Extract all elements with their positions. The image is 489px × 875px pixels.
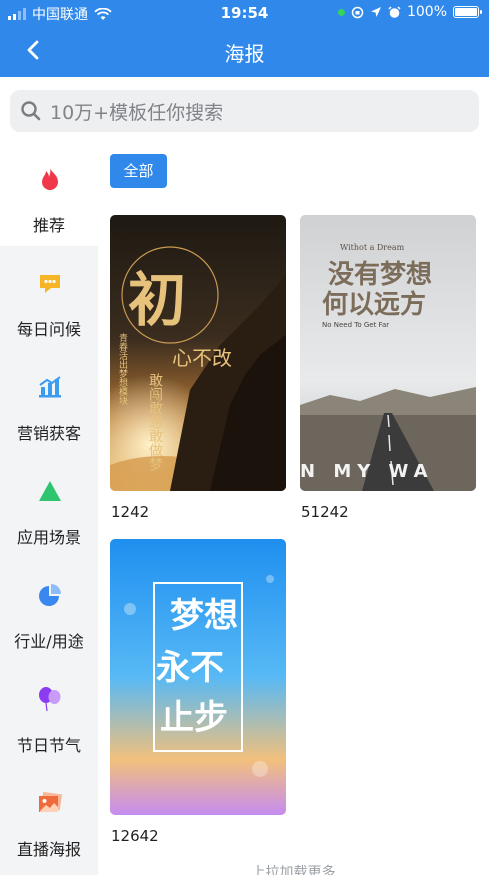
search-placeholder: 10万+模板任你搜索 [50,101,224,124]
chat-icon [40,275,60,293]
sidebar-item-marketing[interactable]: 营销获客 [0,350,98,454]
poster-title-line1: 梦想 [170,596,238,636]
sidebar-item-label: 推荐 [32,216,65,235]
poster-count: 12642 [111,827,159,845]
app-header: 中国联通 19:54 100% 海报 [0,0,489,77]
poster-road-text: N MY WA [300,461,434,482]
sidebar-item-live-poster[interactable]: 直播海报 [0,766,98,870]
poster-title-line3: 止步 [160,698,228,738]
image-icon [39,791,63,812]
poster-en-top: Withot a Dream [340,243,405,252]
balloon-icon [39,687,61,712]
location-icon [370,7,381,17]
poster-title-char-1: 初 [128,266,186,334]
sidebar-item-scenario[interactable]: 应用场景 [0,454,98,558]
poster-title-line2: 永不 [156,648,224,688]
sidebar-item-industry[interactable]: 行业/用途 [0,558,98,662]
status-bar: 中国联通 19:54 100% [0,0,489,26]
poster-thumbnail: 初 心不改 青春活出梦想模块 敢闯敢想敢做梦 [110,215,286,491]
poster-slogan: 敢闯敢想敢做梦 [147,373,163,471]
pie-chart-icon [39,584,61,606]
poster-en-bottom: No Need To Get Far [322,321,389,329]
sidebar-item-label: 行业/用途 [14,632,84,651]
page-title: 海报 [224,42,265,66]
poster-thumbnail: 梦想 永不 止步 [110,539,286,815]
filter-all-button[interactable]: 全部 [110,154,167,188]
poster-card[interactable]: 初 心不改 青春活出梦想模块 敢闯敢想敢做梦 [110,215,286,491]
poster-title-line2: 何以远方 [322,289,426,320]
poster-count: 51242 [301,503,349,521]
sidebar-item-label: 应用场景 [16,528,81,547]
sidebar-item-recommend[interactable]: 推荐 [0,142,98,246]
recording-dot-icon [337,8,345,16]
search-input[interactable]: 10万+模板任你搜索 [10,90,479,132]
alarm-icon [388,5,401,18]
orientation-lock-icon [351,6,364,18]
load-more-hint: 上拉加载更多 [251,865,336,875]
battery-percent: 100% [406,4,447,20]
triangle-icon [39,481,61,501]
sidebar-item-label: 每日问候 [16,320,81,339]
poster-side-text: 青春活出梦想模块 [117,332,128,406]
category-sidebar: 推荐 每日问候 营销获客 应用场景 行业/用途 节日节气 直播海报 [0,142,98,875]
poster-title-rest: 心不改 [172,346,232,370]
sidebar-item-label: 节日节气 [16,736,81,755]
sidebar-item-daily-greeting[interactable]: 每日问候 [0,246,98,350]
search-icon [21,101,41,121]
sidebar-item-label: 营销获客 [16,424,81,443]
poster-card[interactable]: Withot a Dream 没有梦想 何以远方 No Need To Get … [300,215,476,491]
flame-icon [42,168,58,190]
poster-count: 1242 [111,503,150,521]
poster-thumbnail: Withot a Dream 没有梦想 何以远方 No Need To Get … [300,215,476,491]
bar-chart-icon [39,376,61,398]
poster-card[interactable]: 梦想 永不 止步 [110,539,286,815]
sidebar-item-festival[interactable]: 节日节气 [0,662,98,766]
battery-icon [453,6,482,18]
sidebar-item-label: 直播海报 [16,840,81,859]
poster-title-line1: 没有梦想 [328,260,432,290]
